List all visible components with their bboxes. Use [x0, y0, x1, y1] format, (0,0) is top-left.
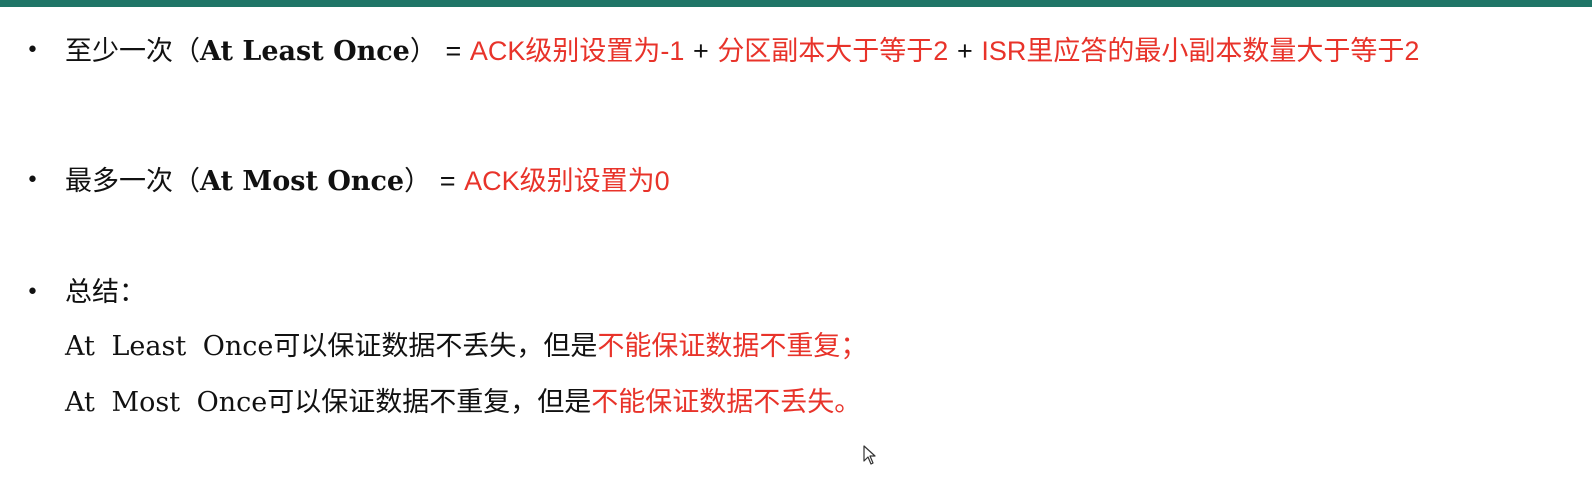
ack-condition: ACK级别设置为-1	[469, 36, 685, 66]
plus-sign: +	[956, 36, 973, 66]
partition-condition: 分区副本大于等于2	[717, 36, 949, 66]
bullet-text: 至少一次（At Least Once） = ACK级别设置为-1 + 分区副本大…	[65, 33, 1419, 70]
label-cn: 至少一次（	[65, 36, 200, 67]
label-close: ）	[409, 36, 437, 67]
bullet-dot: •	[26, 168, 39, 193]
label-en: At Most Once	[200, 166, 405, 197]
ack-condition: ACK级别设置为0	[464, 166, 670, 196]
summary-line-2-plain: At Most Once可以保证数据不重复，但是	[65, 387, 592, 418]
equals-sign: =	[445, 36, 462, 66]
label-close: ）	[404, 166, 432, 197]
summary-line-1: At Least Once可以保证数据不丢失，但是不能保证数据不重复；	[65, 329, 867, 365]
bullet-text: 最多一次（At Most Once） = ACK级别设置为0	[65, 163, 670, 200]
top-accent-bar	[0, 0, 1592, 7]
label-en: At Least Once	[200, 36, 410, 67]
summary-line-1-plain: At Least Once可以保证数据不丢失，但是	[65, 331, 598, 362]
bullet-dot: •	[26, 38, 39, 63]
plus-sign: +	[692, 36, 709, 66]
summary-line-1-red: 不能保证数据不重复；	[597, 331, 868, 362]
label-cn: 最多一次（	[65, 166, 200, 197]
summary-line-2-red: 不能保证数据不丢失。	[591, 387, 862, 418]
summary-title: 总结：	[65, 277, 146, 308]
isr-condition: ISR里应答的最小副本数量大于等于2	[981, 36, 1420, 66]
bullet-dot: •	[26, 280, 39, 305]
equals-sign: =	[439, 166, 456, 196]
summary-line-2: At Most Once可以保证数据不重复，但是不能保证数据不丢失。	[65, 385, 861, 421]
mouse-pointer-icon	[863, 445, 876, 465]
